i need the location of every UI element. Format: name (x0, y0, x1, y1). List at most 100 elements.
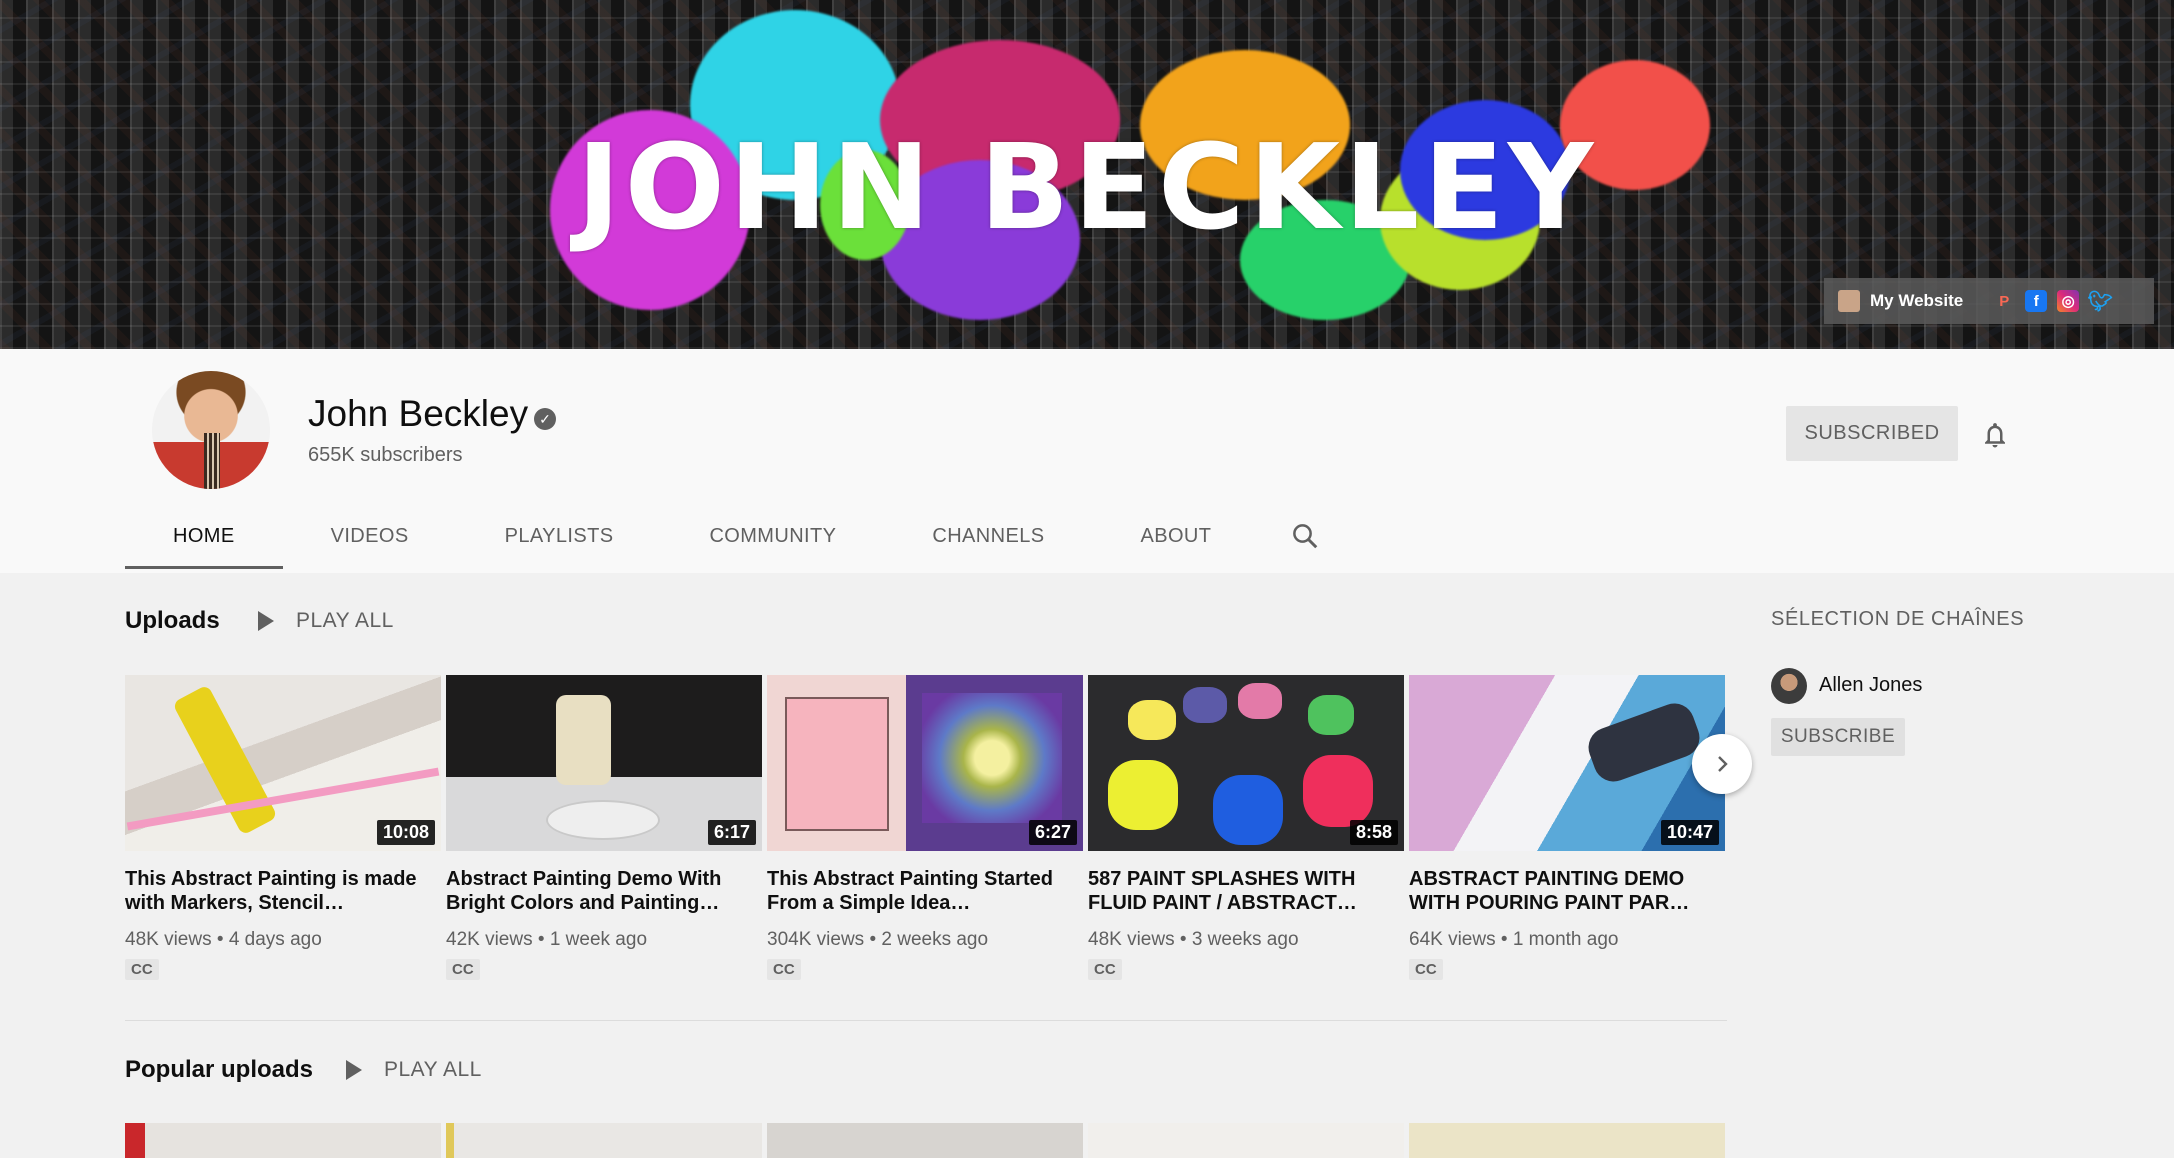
cc-badge: CC (446, 959, 480, 980)
thumb-plate-art (546, 800, 660, 840)
thumb-cup-art (556, 695, 611, 785)
video-thumbnail[interactable] (1088, 1123, 1404, 1158)
video-title[interactable]: 587 PAINT SPLASHES WITH FLUID PAINT / AB… (1088, 867, 1388, 915)
video-duration: 6:17 (707, 820, 756, 845)
thumb-jar-art (1303, 755, 1373, 827)
tab-videos[interactable]: VIDEOS (283, 505, 457, 569)
cc-badge: CC (1409, 959, 1443, 980)
video-age: 4 days ago (228, 929, 322, 950)
tab-channels[interactable]: CHANNELS (884, 505, 1092, 569)
tab-home[interactable]: HOME (125, 505, 283, 569)
cc-badge: CC (125, 959, 159, 980)
tab-about[interactable]: ABOUT (1092, 505, 1259, 569)
avatar-brushes (204, 433, 220, 489)
video-duration: 6:27 (1028, 820, 1077, 845)
thumb-jar-art (1183, 687, 1227, 723)
video-thumbnail[interactable]: 6:17 (446, 675, 762, 851)
video-thumbnail[interactable]: 10:47 (1409, 675, 1725, 851)
facebook-icon[interactable]: f (2025, 290, 2048, 312)
website-link[interactable]: My Website (1870, 291, 1963, 311)
popular-play-all[interactable]: PLAY ALL (346, 1058, 482, 1082)
video-card[interactable]: 10:47 ABSTRACT PAINTING DEMO WITH POURIN… (1409, 675, 1725, 980)
video-title[interactable]: This Abstract Painting is made with Mark… (125, 867, 425, 915)
thumb-jar-art (1308, 695, 1354, 735)
thumb-jar-art (1128, 700, 1176, 740)
shelf-next-button[interactable] (1692, 734, 1752, 794)
video-views: 48K views (1088, 929, 1175, 950)
video-thumbnail[interactable] (1409, 1123, 1725, 1158)
cc-badge: CC (1088, 959, 1122, 980)
play-icon (258, 611, 274, 631)
tab-playlists[interactable]: PLAYLISTS (457, 505, 662, 569)
video-views: 48K views (125, 929, 212, 950)
play-all-label: PLAY ALL (296, 609, 394, 632)
channel-name: John Beckley (308, 393, 529, 434)
thumb-sketch-art (785, 697, 889, 831)
thumb-jar-art (1238, 683, 1282, 719)
thumb-jar-art (1108, 760, 1178, 830)
verified-check-icon: ✓ (534, 408, 556, 430)
video-thumbnail[interactable] (125, 1123, 441, 1158)
video-meta: 48K views • 3 weeks ago (1088, 929, 1404, 951)
channel-tabs: HOME VIDEOS PLAYLISTS COMMUNITY CHANNELS… (125, 505, 1259, 569)
video-title[interactable]: This Abstract Painting Started From a Si… (767, 867, 1067, 915)
banner-title: JOHN BECKLEY (576, 118, 1598, 256)
video-thumbnail[interactable] (767, 1123, 1083, 1158)
video-meta: 304K views • 2 weeks ago (767, 929, 1083, 951)
section-divider (125, 1020, 1727, 1021)
uploads-title[interactable]: Uploads (125, 607, 220, 635)
subscriber-count: 655K subscribers (308, 444, 463, 466)
channel-banner: JOHN BECKLEY My Website P f ◎ 🐦︎ (0, 0, 2174, 349)
meta-separator: • (1500, 929, 1508, 950)
video-duration: 10:47 (1660, 820, 1719, 845)
website-icon[interactable] (1838, 290, 1860, 312)
meta-separator: • (216, 929, 224, 950)
video-thumbnail[interactable] (446, 1123, 762, 1158)
twitter-icon[interactable]: 🐦︎ (2088, 290, 2113, 313)
thumb-pixel-art (922, 693, 1062, 823)
video-meta: 48K views • 4 days ago (125, 929, 441, 951)
chevron-right-icon (1718, 756, 1728, 772)
banner-links: My Website P f ◎ 🐦︎ (1824, 278, 2154, 324)
featured-channel-name[interactable]: Allen Jones (1819, 674, 1922, 697)
video-thumbnail[interactable]: 10:08 (125, 675, 441, 851)
channel-avatar[interactable] (152, 371, 270, 489)
patreon-icon[interactable]: P (1993, 290, 2015, 312)
meta-separator: • (869, 929, 877, 950)
thumb-hairdryer-art (1582, 697, 1706, 788)
bell-icon[interactable] (1980, 419, 2010, 451)
play-icon (346, 1060, 362, 1080)
tab-community[interactable]: COMMUNITY (661, 505, 884, 569)
video-duration: 10:08 (376, 820, 435, 845)
video-views: 64K views (1409, 929, 1496, 950)
video-card[interactable]: 10:08 This Abstract Painting is made wit… (125, 675, 441, 980)
video-meta: 64K views • 1 month ago (1409, 929, 1725, 951)
video-card[interactable]: 6:27 This Abstract Painting Started From… (767, 675, 1083, 980)
video-views: 42K views (446, 929, 533, 950)
video-age: 3 weeks ago (1191, 929, 1299, 950)
video-views: 304K views (767, 929, 865, 950)
video-thumbnail[interactable]: 8:58 (1088, 675, 1404, 851)
video-meta: 42K views • 1 week ago (446, 929, 762, 951)
video-age: 1 week ago (549, 929, 648, 950)
subscribed-button[interactable]: SUBSCRIBED (1786, 406, 1958, 461)
video-thumbnail[interactable]: 6:27 (767, 675, 1083, 851)
meta-separator: • (537, 929, 545, 950)
thumb-jar-art (1213, 775, 1283, 845)
popular-shelf (125, 1123, 1725, 1158)
uploads-play-all[interactable]: PLAY ALL (258, 609, 394, 633)
video-age: 1 month ago (1512, 929, 1619, 950)
video-card[interactable]: 6:17 Abstract Painting Demo With Bright … (446, 675, 762, 980)
featured-channels-title: SÉLECTION DE CHAÎNES (1771, 608, 2025, 630)
search-icon[interactable] (1290, 521, 1320, 551)
video-duration: 8:58 (1349, 820, 1398, 845)
popular-uploads-title[interactable]: Popular uploads (125, 1056, 313, 1084)
video-title[interactable]: Abstract Painting Demo With Bright Color… (446, 867, 746, 915)
video-card[interactable]: 8:58 587 PAINT SPLASHES WITH FLUID PAINT… (1088, 675, 1404, 980)
uploads-shelf: 10:08 This Abstract Painting is made wit… (125, 675, 1725, 995)
video-age: 2 weeks ago (881, 929, 989, 950)
featured-subscribe-button[interactable]: SUBSCRIBE (1771, 718, 1905, 756)
instagram-icon[interactable]: ◎ (2057, 290, 2080, 312)
video-title[interactable]: ABSTRACT PAINTING DEMO WITH POURING PAIN… (1409, 867, 1709, 915)
featured-channel-avatar[interactable] (1771, 668, 1807, 704)
